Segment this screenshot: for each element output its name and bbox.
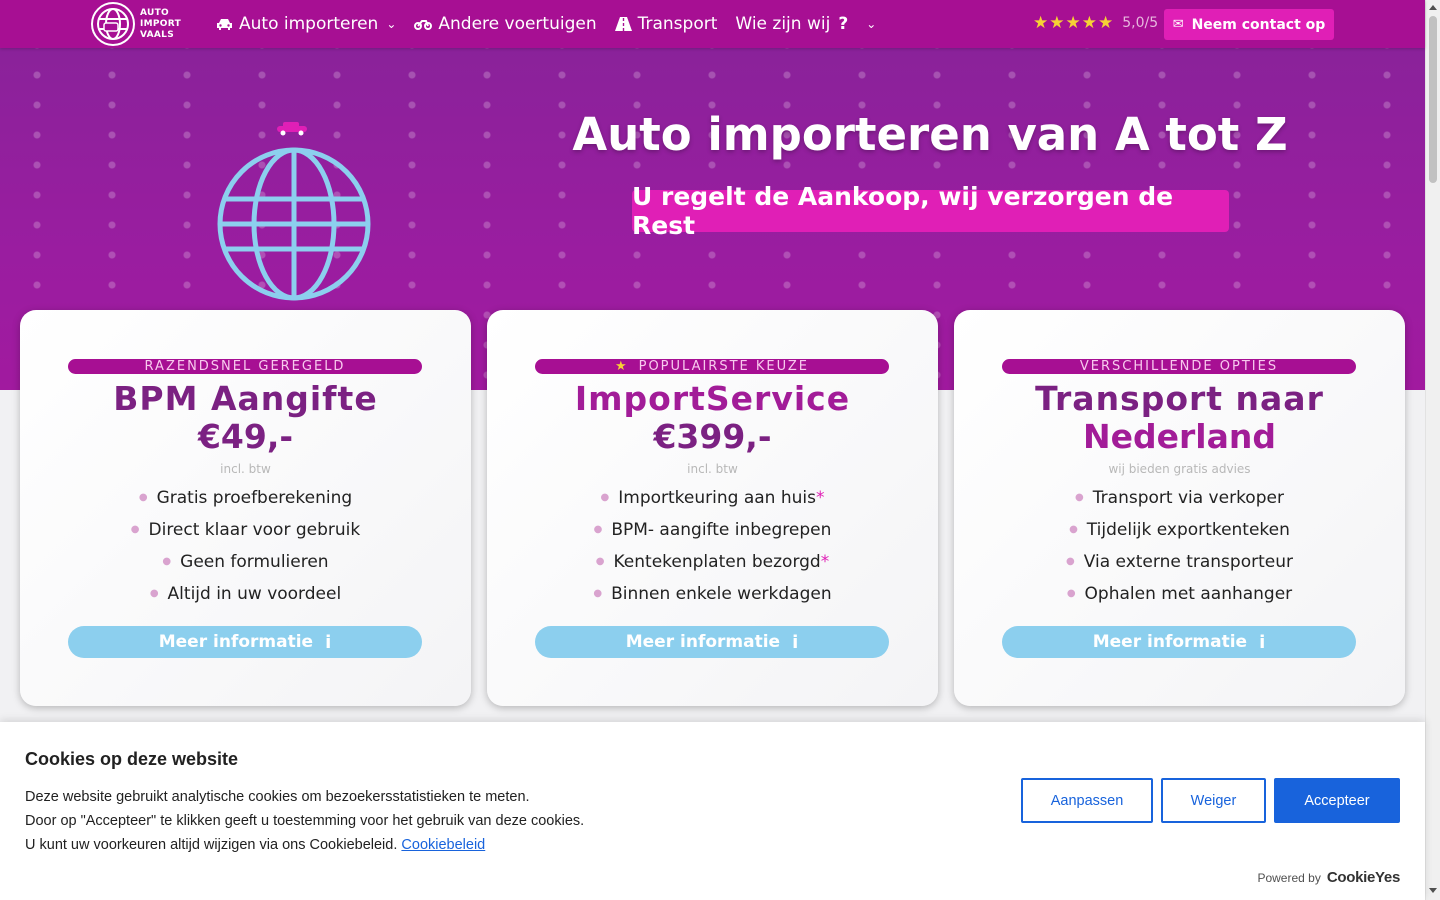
feature-item: ● Ophalen met aanhanger (1066, 584, 1293, 604)
logo-text: AUTO IMPORT VAALS (140, 7, 182, 40)
feature-list: ● Importkeuring aan huis * ● BPM- aangifte … (487, 486, 938, 614)
info-icon: i (792, 631, 799, 653)
card-tag: VERSCHILLENDE OPTIES (1002, 359, 1356, 374)
reject-button[interactable]: Weiger (1161, 778, 1266, 823)
card-title: Transport naar (1035, 379, 1324, 418)
star-icon: ★ (1049, 13, 1065, 33)
chevron-down-icon: ⌄ (386, 17, 397, 31)
nav-andere-voertuigen[interactable]: Andere voertuigen (414, 14, 597, 34)
card-price: €399,- (653, 417, 772, 456)
cookieyes-logo: CookieYes (1326, 869, 1400, 886)
bullet-icon: ● (130, 524, 140, 535)
feature-list: ● Gratis proefberekening ● Direct klaar vo… (20, 486, 471, 614)
cookie-title: Cookies op deze website (25, 749, 239, 769)
bullet-icon: ● (593, 524, 603, 535)
bullet-icon: ● (1069, 524, 1078, 535)
top-navbar: AUTO IMPORT VAALS Auto importeren ⌄ Ande… (0, 0, 1425, 48)
feature-item: ● Direct klaar voor gebruik (130, 520, 361, 540)
card-note: incl. btw (687, 462, 738, 476)
hero-title: Auto importeren van A tot Z (572, 108, 1288, 161)
bullet-icon: ● (1075, 492, 1084, 503)
nav-transport[interactable]: Transport (614, 14, 718, 34)
feature-item: ● Via externe transporteur (1066, 552, 1293, 572)
bullet-icon: ● (1066, 556, 1075, 567)
feature-item: ● Geen formulieren (162, 552, 329, 572)
bullet-icon: ● (593, 588, 603, 599)
logo-globe-icon (91, 2, 135, 46)
pricing-card-transport: VERSCHILLENDE OPTIES Transport naar Nede… (954, 310, 1405, 706)
contact-button-label: Neem contact op (1191, 16, 1326, 33)
feature-item: ● Importkeuring aan huis * (600, 488, 825, 508)
scrollbar[interactable] (1425, 0, 1440, 900)
feature-list: ● Transport via verkoper ● Tijdelijk expor… (954, 486, 1405, 614)
scroll-thumb[interactable] (1429, 16, 1437, 183)
card-note: wij bieden gratis advies (1108, 462, 1251, 476)
card-title: ImportService (574, 379, 851, 418)
card-price: €49,- (197, 417, 294, 456)
card-tag: RAZENDSNEL GEREGELD (68, 359, 422, 374)
hero-subtitle: U regelt de Aankoop, wij verzorgen de Re… (632, 182, 1229, 240)
rating[interactable]: ★ ★ ★ ★ ★ 5,0/5 (1033, 13, 1158, 33)
bullet-icon: ● (600, 492, 610, 503)
feature-item: ● Kentekenplaten bezorgd * (595, 552, 830, 572)
car-icon (217, 18, 232, 30)
powered-by: Powered by CookieYes (1257, 869, 1400, 886)
main-menu: Auto importeren ⌄ Andere voertuigen Tran… (216, 0, 894, 48)
card-title: BPM Aangifte (113, 379, 378, 418)
pricing-card-bpm: RAZENDSNEL GEREGELD BPM Aangifte €49,- i… (20, 310, 471, 706)
card-note: incl. btw (220, 462, 271, 476)
feature-item: ● Gratis proefberekening (138, 488, 353, 508)
star-icon: ★ (1098, 13, 1114, 33)
cookie-policy-link[interactable]: Cookiebeleid (401, 837, 485, 853)
nav-wie-zijn-wij-label: Wie zijn wij (735, 14, 831, 34)
scroll-up-icon[interactable] (1429, 5, 1437, 10)
info-icon: i (325, 631, 332, 653)
scroll-down-icon[interactable] (1429, 888, 1437, 893)
accept-button[interactable]: Accepteer (1274, 778, 1400, 823)
card-title-line2: Nederland (1083, 417, 1276, 456)
star-icon: ★ (1065, 13, 1081, 33)
star-icon: ★ (1081, 13, 1097, 33)
feature-item: ● Tijdelijk exportkenteken (1069, 520, 1290, 540)
rating-value: 5,0/5 (1122, 15, 1159, 31)
info-icon: i (1259, 631, 1266, 653)
bullet-icon: ● (138, 492, 148, 503)
nav-auto-importeren[interactable]: Auto importeren ⌄ (216, 14, 396, 34)
question-icon: ? (838, 14, 849, 34)
bullet-icon: ● (149, 588, 159, 599)
star-icon: ★ (614, 359, 629, 374)
pricing-card-importservice: ★ POPULAIRSTE KEUZE ImportService €399,- … (487, 310, 938, 706)
globe-icon (217, 122, 371, 301)
chevron-down-icon: ⌄ (866, 17, 877, 31)
cookie-banner: Cookies op deze website Deze website geb… (0, 722, 1425, 900)
site-logo[interactable]: AUTO IMPORT VAALS (91, 2, 181, 46)
road-icon (614, 17, 632, 31)
more-info-button[interactable]: Meer informatie i (1002, 626, 1356, 658)
star-icon: ★ (1033, 13, 1049, 33)
envelope-icon: ✉ (1172, 17, 1184, 32)
more-info-button[interactable]: Meer informatie i (535, 626, 889, 658)
feature-item: ● Transport via verkoper (1075, 488, 1284, 508)
feature-item: ● BPM- aangifte inbegrepen (593, 520, 832, 540)
bullet-icon: ● (162, 556, 172, 567)
bullet-icon: ● (595, 556, 605, 567)
contact-button[interactable]: ✉ Neem contact op (1164, 9, 1334, 40)
feature-item: ● Binnen enkele werkdagen (593, 584, 832, 604)
nav-transport-label: Transport (637, 14, 718, 34)
nav-andere-voertuigen-label: Andere voertuigen (438, 14, 597, 34)
feature-item: ● Altijd in uw voordeel (149, 584, 342, 604)
more-info-button[interactable]: Meer informatie i (68, 626, 422, 658)
cookie-description: Deze website gebruikt analytische cookie… (25, 789, 585, 853)
motorcycle-icon (414, 20, 433, 30)
nav-wie-zijn-wij[interactable]: Wie zijn wij ? ⌄ (735, 14, 876, 34)
card-tag: ★ POPULAIRSTE KEUZE (535, 359, 889, 374)
bullet-icon: ● (1066, 588, 1076, 599)
customize-button[interactable]: Aanpassen (1021, 778, 1153, 823)
nav-auto-importeren-label: Auto importeren (239, 14, 379, 34)
